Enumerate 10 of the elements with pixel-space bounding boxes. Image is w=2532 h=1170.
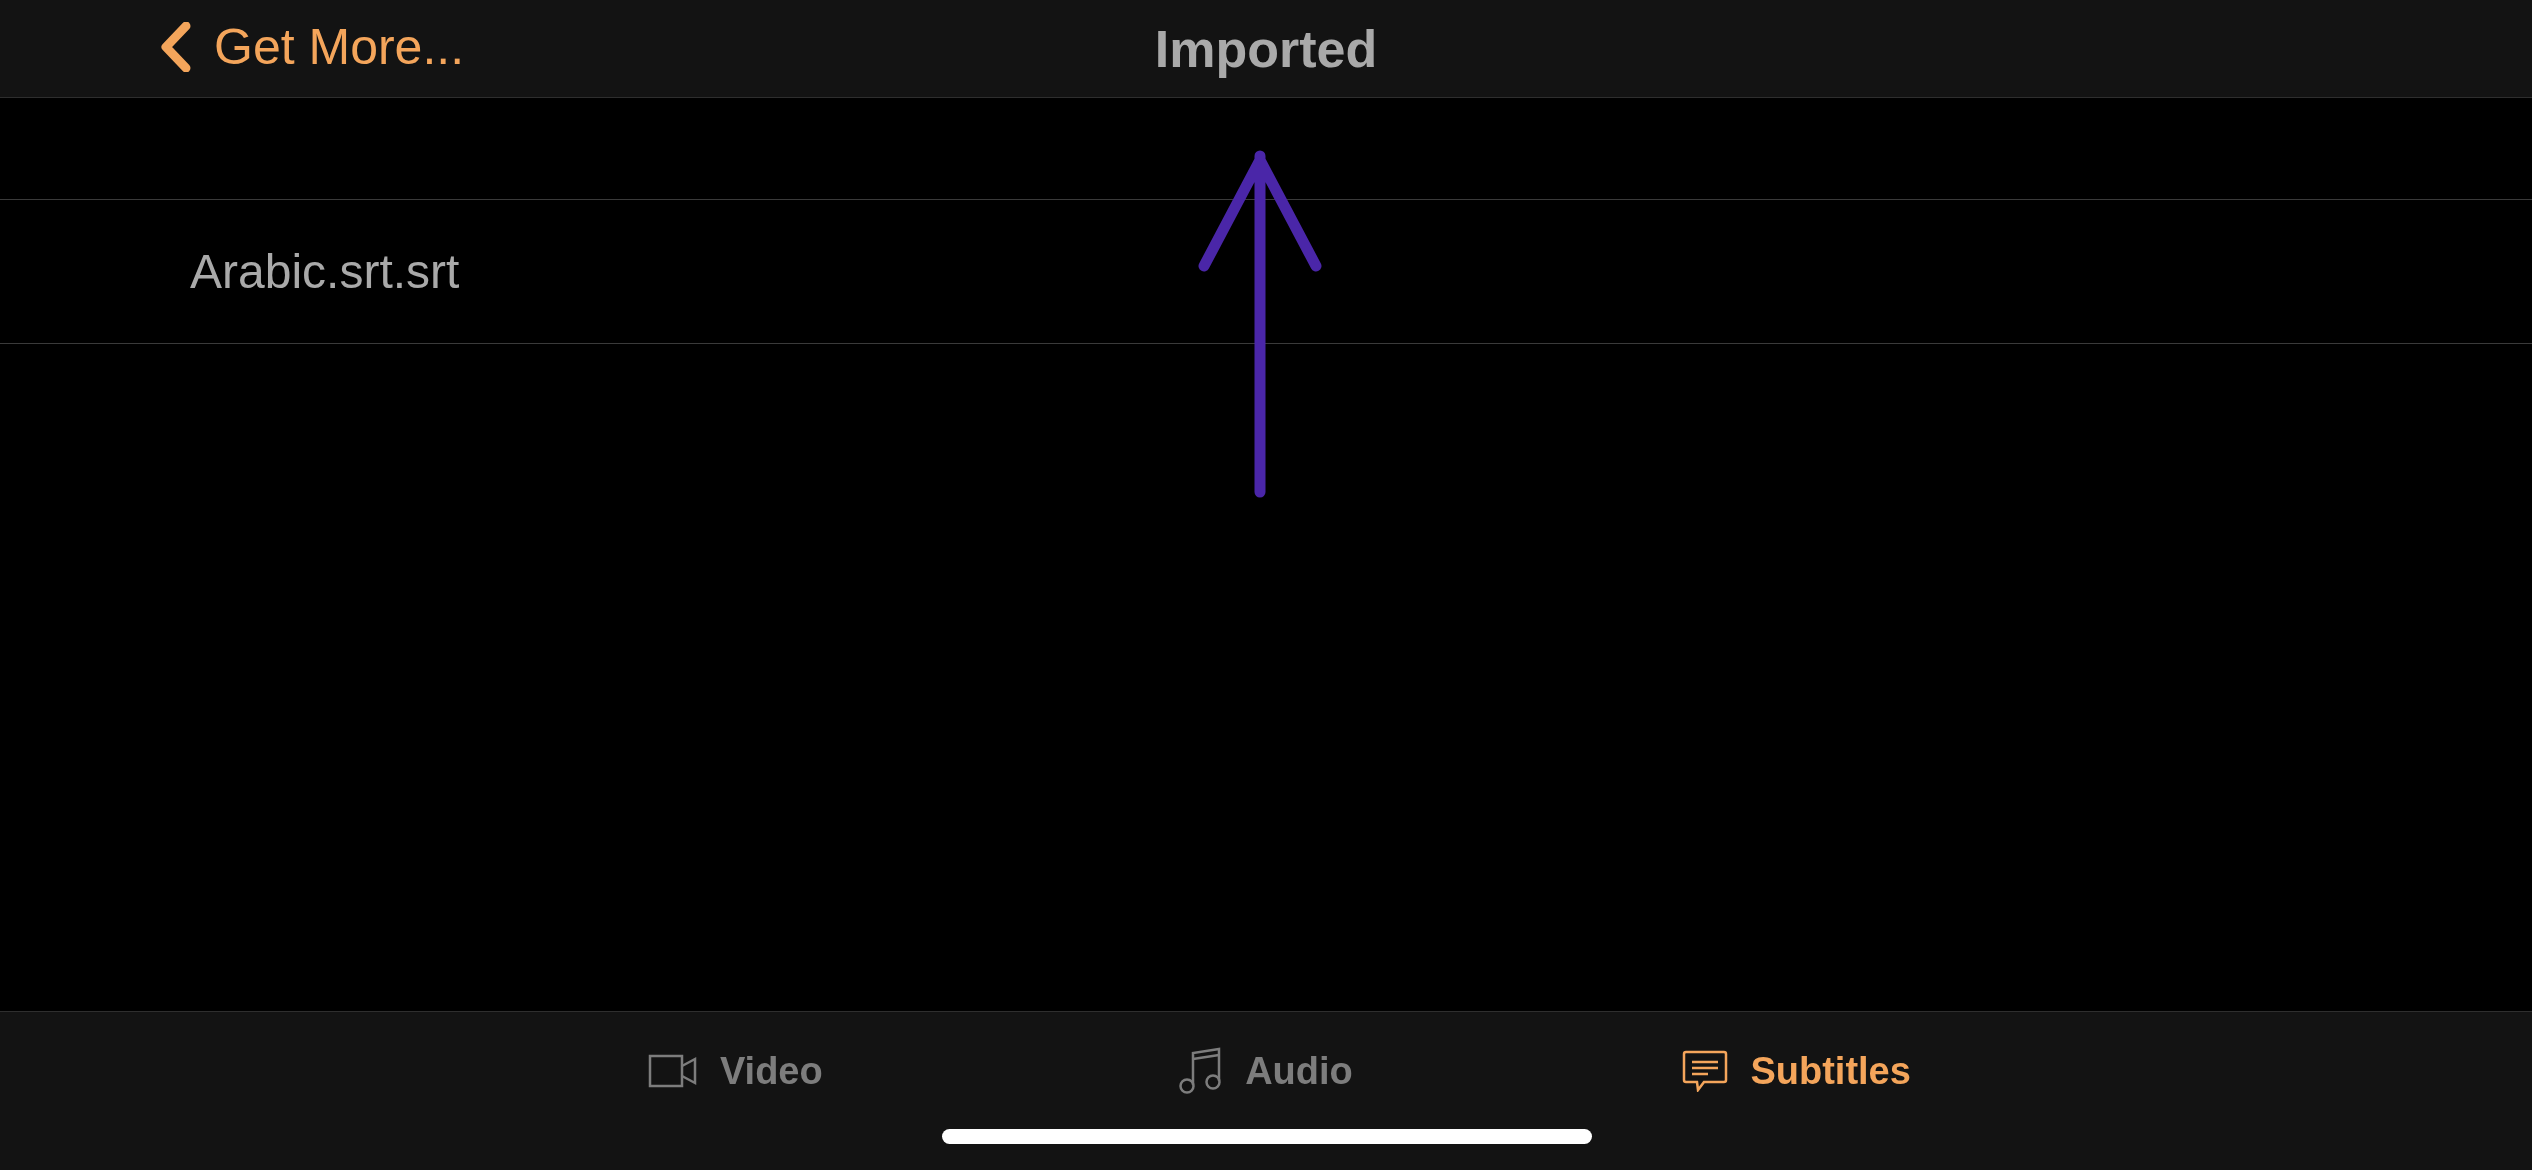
back-button[interactable]: Get More... <box>160 12 465 82</box>
screen-title: Imported <box>1154 18 1378 80</box>
video-camera-icon <box>647 1054 698 1088</box>
speech-bubble-icon <box>1682 1050 1729 1092</box>
tab[interactable]: Subtitles <box>1531 1040 2062 1102</box>
tab[interactable]: Audio <box>1000 1040 1532 1102</box>
tab[interactable]: Video <box>470 1040 1001 1102</box>
file-name[interactable]: Arabic.srt.srt <box>190 235 460 308</box>
chevron-left-icon <box>160 22 192 72</box>
music-note-icon <box>1179 1047 1224 1095</box>
